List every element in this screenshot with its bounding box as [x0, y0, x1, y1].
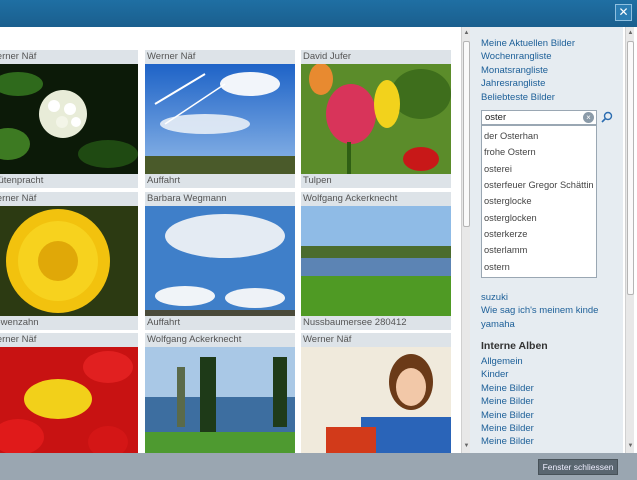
photo-author: Werner Näf	[147, 51, 196, 62]
nav-link-monthly-ranking[interactable]: Monatsrangliste	[470, 64, 575, 77]
photo-thumbnail[interactable]	[301, 64, 451, 174]
suggestion-item[interactable]: osterlamm	[482, 242, 596, 258]
tag-links: suzuki Wie sag ich's meinem kinde yamaha	[470, 291, 598, 331]
suggestion-item[interactable]: osterfeuer Gregor Schättin	[482, 177, 596, 193]
scroll-up-icon[interactable]: ▲	[626, 29, 635, 38]
photo-grid: Werner Näf Blütenpracht Werner Näf	[0, 27, 458, 453]
album-link[interactable]: Kinder	[470, 368, 548, 381]
close-window-button[interactable]: Fenster schliessen	[538, 459, 618, 475]
photo-card[interactable]: Werner Näf Auffahrt	[145, 50, 295, 188]
photo-author: Werner Näf	[303, 334, 352, 345]
photo-title: Nussbaumersee 280412	[303, 317, 407, 328]
suggestion-item[interactable]: frohe Ostern	[482, 144, 596, 160]
tag-search-input[interactable]: oster ×	[481, 110, 597, 125]
photo-thumbnail[interactable]	[0, 347, 138, 453]
internal-albums: Interne Alben Allgemein Kinder Meine Bil…	[470, 337, 548, 449]
dialog-title-bar: ✕	[0, 0, 637, 27]
photo-card[interactable]: Barbara Wegmann Auffahrt	[145, 192, 295, 330]
photo-thumbnail[interactable]	[145, 64, 295, 174]
scrollbar-thumb[interactable]	[463, 41, 470, 227]
suggestion-item[interactable]: osterglocke	[482, 193, 596, 209]
section-title: Interne Alben	[481, 340, 548, 352]
scrollbar-thumb[interactable]	[627, 41, 634, 295]
search-icon[interactable]	[601, 111, 613, 123]
photo-grid-scrollbar[interactable]: ▲ ▼	[461, 27, 470, 453]
nav-link-current-images[interactable]: Meine Aktuellen Bilder	[470, 37, 575, 50]
photo-title: Tulpen	[303, 175, 332, 186]
photo-card[interactable]: Wolfgang Ackerknecht Nussbaumersee 28041…	[301, 192, 451, 330]
scroll-down-icon[interactable]: ▼	[626, 442, 635, 451]
album-link[interactable]: Meine Bilder	[470, 409, 548, 422]
nav-link-weekly-ranking[interactable]: Wochenrangliste	[470, 50, 575, 63]
tag-link[interactable]: suzuki	[470, 291, 598, 304]
album-link[interactable]: Meine Bilder	[470, 382, 548, 395]
tag-link[interactable]: yamaha	[470, 318, 598, 331]
album-link[interactable]: Allgemein	[470, 355, 548, 368]
photo-author: Barbara Wegmann	[147, 193, 227, 204]
autocomplete-list: der Osterhan frohe Ostern osterei osterf…	[481, 125, 597, 279]
tag-link[interactable]: Wie sag ich's meinem kinde	[470, 304, 598, 317]
album-link[interactable]: Meine Bilder	[470, 395, 548, 408]
photo-title: Blütenpracht	[0, 175, 44, 186]
photo-card[interactable]: Wolfgang Ackerknecht	[145, 333, 295, 453]
photo-thumbnail[interactable]	[301, 206, 451, 316]
photo-card[interactable]: Werner Näf	[301, 333, 451, 453]
suggestion-item[interactable]: ostern	[482, 259, 596, 275]
photo-thumbnail[interactable]	[301, 347, 451, 453]
photo-author: Werner Näf	[0, 193, 37, 204]
photo-title: Auffahrt	[147, 317, 181, 328]
photo-title: Auffahrt	[147, 175, 181, 186]
suggestion-item[interactable]: osterglocken	[482, 210, 596, 226]
clear-search-icon[interactable]: ×	[583, 112, 594, 123]
photo-thumbnail[interactable]	[145, 347, 295, 453]
nav-link-yearly-ranking[interactable]: Jahresrangliste	[470, 77, 575, 90]
album-link[interactable]: Meine Bilder	[470, 422, 548, 435]
photo-thumbnail[interactable]	[0, 206, 138, 316]
suggestion-item[interactable]: der Osterhan	[482, 128, 596, 144]
nav-links: Meine Aktuellen Bilder Wochenrangliste M…	[470, 37, 575, 104]
photo-title: Löwenzahn	[0, 317, 39, 328]
photo-thumbnail[interactable]	[145, 206, 295, 316]
close-icon[interactable]: ✕	[615, 4, 632, 21]
sidebar: Meine Aktuellen Bilder Wochenrangliste M…	[470, 27, 623, 453]
photo-author: Werner Näf	[0, 334, 37, 345]
photo-card[interactable]: Werner Näf Blütenpracht	[0, 50, 138, 188]
suggestion-item[interactable]: osterei	[482, 161, 596, 177]
sidebar-scrollbar[interactable]: ▲ ▼	[625, 27, 634, 453]
album-link[interactable]: Meine Bilder	[470, 435, 548, 448]
dialog-footer: Fenster schliessen	[0, 453, 637, 480]
photo-card[interactable]: Werner Näf Löwenzahn	[0, 192, 138, 330]
photo-author: Wolfgang Ackerknecht	[147, 334, 242, 345]
photo-author: David Jufer	[303, 51, 352, 62]
search-value: oster	[485, 112, 507, 123]
nav-link-popular-images[interactable]: Beliebteste Bilder	[470, 91, 575, 104]
photo-card[interactable]: Werner Näf	[0, 333, 138, 453]
photo-card[interactable]: David Jufer Tulpen	[301, 50, 451, 188]
photo-author: Wolfgang Ackerknecht	[303, 193, 398, 204]
photo-thumbnail[interactable]	[0, 64, 138, 174]
suggestion-item[interactable]: osterkerze	[482, 226, 596, 242]
photo-author: Werner Näf	[0, 51, 37, 62]
